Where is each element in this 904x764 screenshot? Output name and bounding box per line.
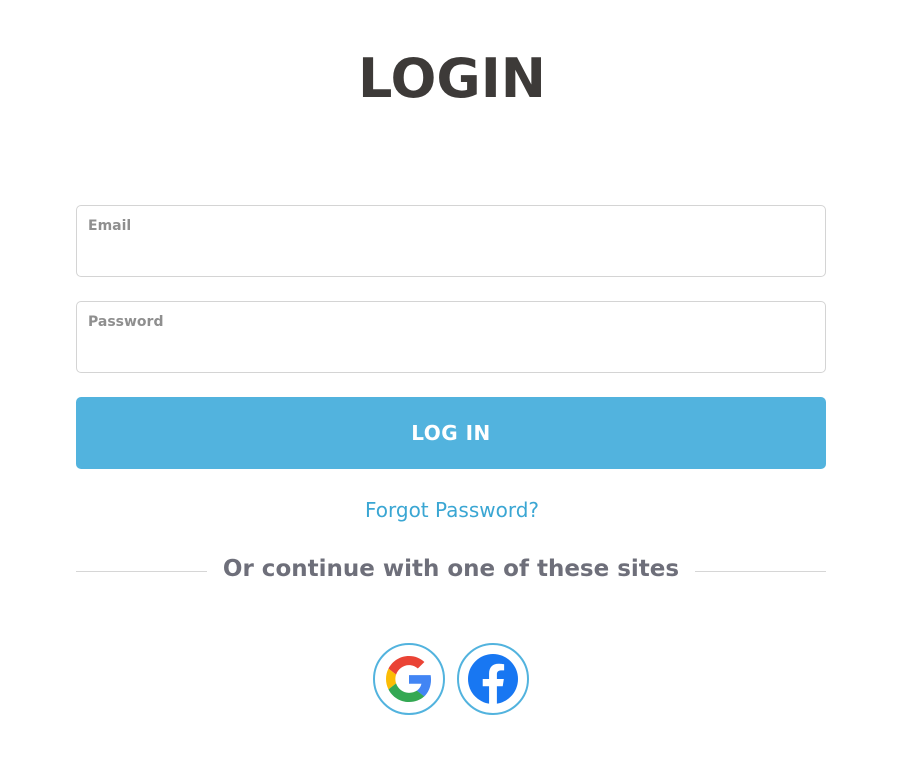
password-input[interactable] (88, 338, 814, 364)
facebook-login-button[interactable] (457, 643, 529, 715)
login-page: LOGIN Email Password LOG IN Forgot Passw… (0, 0, 904, 764)
email-input[interactable] (88, 242, 814, 268)
password-label: Password (88, 314, 164, 330)
forgot-password-link[interactable]: Forgot Password? (0, 498, 904, 522)
login-button[interactable]: LOG IN (76, 397, 826, 469)
password-field[interactable]: Password (76, 301, 826, 373)
divider-right (695, 571, 826, 572)
page-title: LOGIN (358, 47, 546, 110)
email-label: Email (88, 218, 132, 234)
google-login-button[interactable] (373, 643, 445, 715)
divider-left (76, 571, 207, 572)
google-icon (386, 656, 432, 702)
email-field[interactable]: Email (76, 205, 826, 277)
facebook-icon (468, 654, 518, 704)
social-divider-text: Or continue with one of these sites (222, 556, 680, 582)
